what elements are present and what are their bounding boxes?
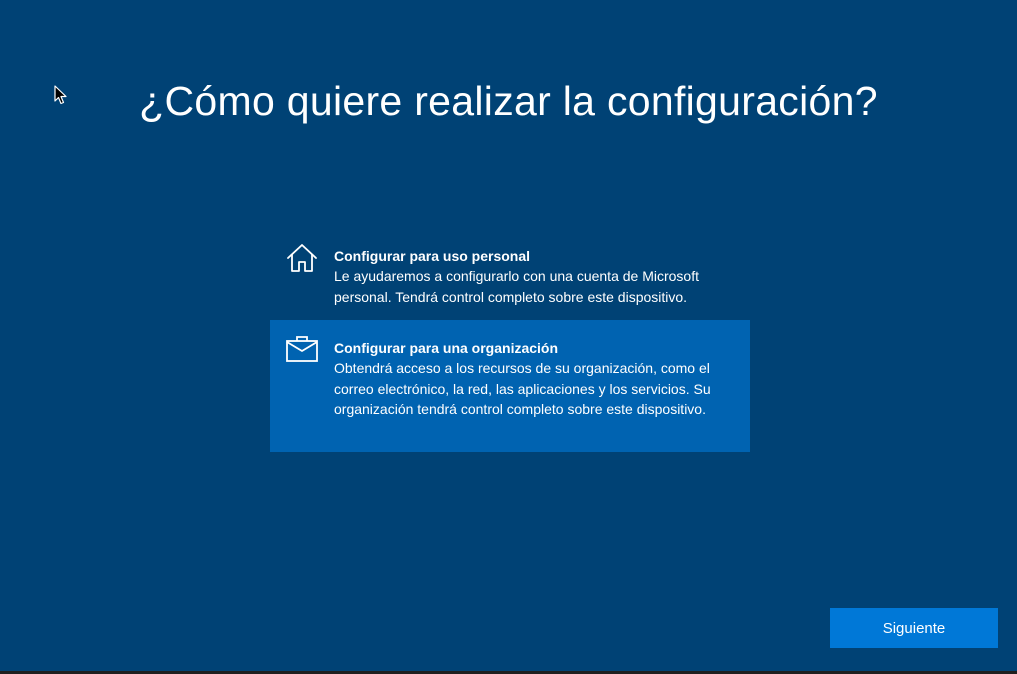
option-personal-description: Le ayudaremos a configurarlo con una cue… xyxy=(334,268,699,305)
setup-options-list: Configurar para uso personal Le ayudarem… xyxy=(270,228,750,452)
next-button[interactable]: Siguiente xyxy=(830,608,998,648)
option-organization[interactable]: Configurar para una organización Obtendr… xyxy=(270,320,750,452)
option-personal-title: Configurar para uso personal xyxy=(334,248,531,264)
option-personal-use[interactable]: Configurar para uso personal Le ayudarem… xyxy=(270,228,750,318)
oobe-screen: ¿Cómo quiere realizar la configuración? … xyxy=(0,0,1017,674)
home-icon xyxy=(287,244,317,272)
option-organization-title: Configurar para una organización xyxy=(334,340,559,356)
page-title: ¿Cómo quiere realizar la configuración? xyxy=(139,78,878,124)
briefcase-icon xyxy=(286,336,318,362)
option-organization-description: Obtendrá acceso a los recursos de su org… xyxy=(334,360,711,417)
